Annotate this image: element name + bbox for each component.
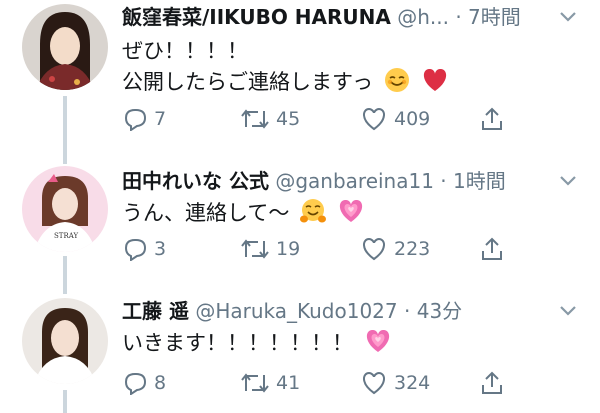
heart-icon xyxy=(363,107,385,131)
hugging-face-emoji xyxy=(300,198,327,234)
retweet-icon xyxy=(241,373,269,393)
like-button[interactable]: 409 xyxy=(360,104,430,134)
share-icon xyxy=(482,107,502,130)
handle[interactable]: @h... xyxy=(397,5,449,29)
display-name[interactable]: 田中れいな 公式 xyxy=(122,169,269,193)
tweet-actions: 7 45 409 xyxy=(122,104,502,134)
share-icon xyxy=(482,237,502,260)
handle[interactable]: @Haruka_Kudo1027 xyxy=(195,299,397,323)
tweet-text-line: うん、連絡して〜 xyxy=(122,196,365,234)
chevron-down-icon[interactable] xyxy=(558,170,578,190)
tweet-text-line: いきます！！！！！！！ xyxy=(122,326,392,364)
share-icon xyxy=(482,371,502,394)
display-name[interactable]: 飯窪春菜/IIKUBO HARUNA xyxy=(122,5,391,29)
retweet-icon xyxy=(241,239,269,259)
retweet-count: 45 xyxy=(276,108,301,130)
avatar[interactable]: STRAY xyxy=(22,166,108,252)
timestamp[interactable]: · 7時間 xyxy=(455,5,520,29)
tweet[interactable]: 工藤 遥 @Haruka_Kudo1027 · 43分 いきます！！！！！！！ … xyxy=(0,294,600,413)
share-button[interactable] xyxy=(480,104,504,134)
tweet[interactable]: 飯窪春菜/IIKUBO HARUNA @h... · 7時間 ぜひ！！！！ 公開… xyxy=(0,0,600,150)
chevron-down-icon[interactable] xyxy=(558,6,578,26)
like-button[interactable]: 324 xyxy=(360,368,430,398)
reply-icon xyxy=(124,239,147,261)
retweet-button[interactable]: 41 xyxy=(240,368,300,398)
reply-button[interactable]: 8 xyxy=(122,368,166,398)
retweet-count: 41 xyxy=(276,372,301,394)
reply-button[interactable]: 3 xyxy=(122,234,166,264)
smiling-face-emoji xyxy=(384,67,410,103)
retweet-count: 19 xyxy=(276,238,301,260)
growing-heart-emoji xyxy=(337,198,365,234)
display-name[interactable]: 工藤 遥 xyxy=(122,299,189,323)
tweet-header: 田中れいな 公式 @ganbareina11 · 1時間 xyxy=(122,164,560,198)
like-count: 324 xyxy=(394,372,431,394)
retweet-button[interactable]: 45 xyxy=(240,104,300,134)
share-button[interactable] xyxy=(480,368,504,398)
tweet-text-line: 公開したらご連絡しますっ xyxy=(122,65,449,103)
avatar[interactable] xyxy=(22,298,108,384)
heart-icon xyxy=(363,371,385,395)
tweet-header: 工藤 遥 @Haruka_Kudo1027 · 43分 xyxy=(122,294,560,328)
tweet-text-line: ぜひ！！！！ xyxy=(122,39,248,63)
like-count: 409 xyxy=(394,108,431,130)
retweet-button[interactable]: 19 xyxy=(240,234,300,264)
tweet-text: いきます！！！！！！！ xyxy=(122,331,353,355)
tweet-text: うん、連絡して〜 xyxy=(122,201,290,225)
like-count: 223 xyxy=(394,238,431,260)
handle[interactable]: @ganbareina11 xyxy=(275,169,434,193)
timestamp[interactable]: · 43分 xyxy=(404,299,462,323)
tweet-text: 公開したらご連絡しますっ xyxy=(122,70,374,94)
chevron-down-icon[interactable] xyxy=(558,300,578,320)
heart-icon xyxy=(363,237,385,261)
red-heart-emoji xyxy=(421,67,449,103)
retweet-icon xyxy=(241,109,269,129)
reply-count: 8 xyxy=(154,372,167,394)
tweet-header: 飯窪春菜/IIKUBO HARUNA @h... · 7時間 xyxy=(122,0,560,34)
reply-icon xyxy=(124,373,147,395)
reply-icon xyxy=(124,109,147,131)
tweet[interactable]: STRAY 田中れいな 公式 @ganbareina11 · 1時間 うん、連絡… xyxy=(0,164,600,284)
reply-count: 3 xyxy=(154,238,167,260)
reply-button[interactable]: 7 xyxy=(122,104,166,134)
avatar[interactable] xyxy=(22,4,108,90)
tweet-actions: 8 41 324 xyxy=(122,368,502,398)
tweet-actions: 3 19 223 xyxy=(122,234,502,264)
share-button[interactable] xyxy=(480,234,504,264)
growing-heart-emoji xyxy=(364,328,392,364)
reply-count: 7 xyxy=(154,108,167,130)
timestamp[interactable]: · 1時間 xyxy=(440,169,505,193)
like-button[interactable]: 223 xyxy=(360,234,430,264)
svg-text:STRAY: STRAY xyxy=(54,232,79,240)
